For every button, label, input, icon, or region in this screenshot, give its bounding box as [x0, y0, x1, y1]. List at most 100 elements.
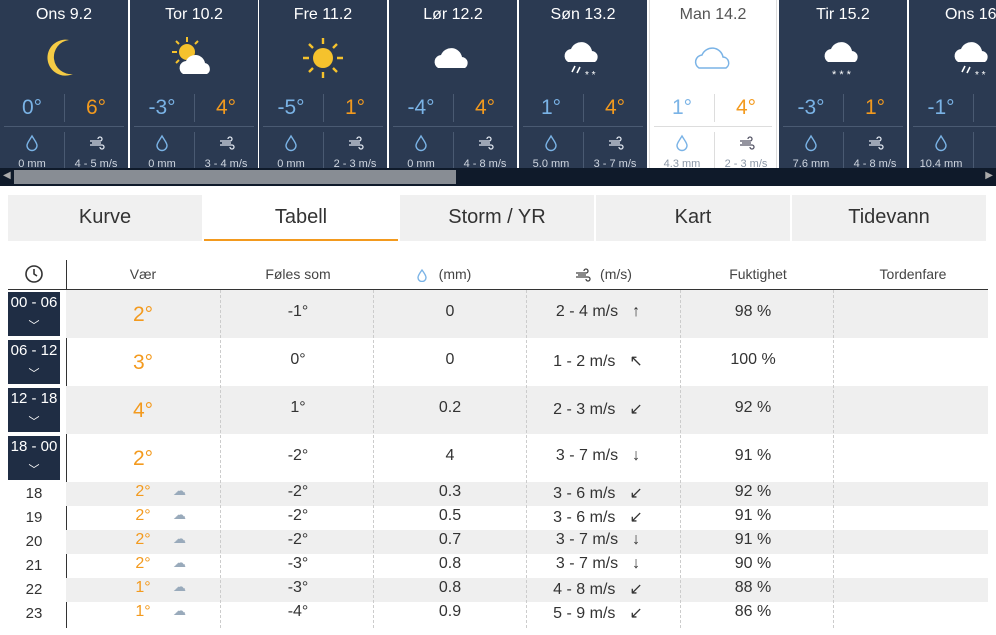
- table-row[interactable]: 2° -1° 0 2 - 4 m/s ↑ 98 %: [66, 290, 988, 338]
- drop-icon: [154, 134, 170, 152]
- feels-like: -4°: [287, 603, 309, 620]
- table-row: 2° ☁ -2° 0.5 3 - 6 m/s ↙ 91 %: [66, 506, 988, 530]
- feels-like: 0°: [290, 351, 306, 368]
- view-tabs: Kurve Tabell Storm / YR Kart Tidevann: [8, 195, 988, 241]
- hour-label: 19: [25, 509, 43, 526]
- wind-value: 3 - 7 m/s: [555, 531, 619, 548]
- wind-icon: [347, 134, 365, 152]
- precipitation: 0.7: [438, 531, 462, 548]
- drop-icon: [24, 134, 40, 152]
- horizontal-scrollbar[interactable]: ◀ ▶: [0, 168, 996, 186]
- temperature: 2° ☁: [113, 531, 186, 549]
- hour-label: 20: [25, 533, 43, 550]
- scroll-left-icon[interactable]: ◀: [3, 170, 11, 181]
- day-wind: 3 - 4 m/s: [204, 158, 248, 168]
- wind-speed: 3 - 7 m/s ↓: [538, 447, 658, 465]
- wind-icon: [477, 134, 495, 152]
- drop-icon: [416, 269, 427, 283]
- humidity: 100 %: [730, 351, 776, 368]
- temperature: 1° ☁: [113, 603, 186, 621]
- wind-value: 5 - 9 m/s: [553, 605, 616, 622]
- day-min-temp: -1°: [927, 96, 955, 119]
- day-card[interactable]: Tir 15.2 * * * -3° 1° 7.6 mm 4 - 8 m/s: [779, 0, 907, 168]
- temperature-value: 2°: [132, 447, 154, 470]
- hour-label: 18: [25, 485, 43, 502]
- svg-text:* *: * *: [975, 70, 986, 81]
- wind-direction-icon: ↙: [629, 581, 643, 598]
- humidity: 91 %: [734, 447, 772, 464]
- sleet-icon: ☁: [173, 507, 186, 522]
- day-precip: 4.3 mm: [663, 158, 701, 168]
- table-row[interactable]: 4° 1° 0.2 2 - 3 m/s ↙ 92 %: [66, 386, 988, 434]
- wind-direction-icon: ↙: [629, 485, 643, 502]
- time-range-toggle[interactable]: 12 - 18 ﹀: [8, 388, 60, 432]
- header-feels: Føles som: [265, 266, 331, 282]
- time-range-toggle[interactable]: 18 - 00 ﹀: [8, 436, 60, 480]
- temperature-value: 2°: [135, 507, 151, 524]
- drop-icon: [543, 134, 559, 152]
- header-thunder: Tordenfare: [879, 266, 947, 282]
- drop-icon: [803, 134, 819, 152]
- wind-icon: [607, 134, 625, 152]
- day-name: Ons 9.2: [35, 6, 93, 23]
- tab-tidevann[interactable]: Tidevann: [792, 195, 986, 241]
- day-max-temp: 4°: [604, 96, 626, 119]
- time-range-label: 12 - 18: [10, 390, 58, 407]
- wind-value: 1 - 2 m/s: [553, 353, 616, 370]
- table-row[interactable]: 2° -2° 4 3 - 7 m/s ↓ 91 %: [66, 434, 988, 482]
- day-card[interactable]: Fre 11.2 -5° 1° 0 mm 2 - 3 m/s: [259, 0, 387, 168]
- day-card[interactable]: Ons 9.2 0° 6° 0 mm 4 - 5 m/s: [0, 0, 128, 168]
- tab-kurve[interactable]: Kurve: [8, 195, 202, 241]
- table-row[interactable]: 3° 0° 0 1 - 2 m/s ↖ 100 %: [66, 338, 988, 386]
- day-max-temp: 1°: [344, 96, 366, 119]
- sleet-icon: * *: [948, 34, 996, 82]
- precipitation: 0.3: [438, 483, 462, 500]
- scroll-right-icon[interactable]: ▶: [985, 170, 993, 181]
- column-divider: [680, 290, 681, 628]
- temperature: 2°: [113, 303, 173, 327]
- hour-label: 23: [25, 605, 43, 622]
- day-min-temp: 1°: [671, 96, 693, 119]
- time-range-toggle[interactable]: 00 - 06 ﹀: [8, 292, 60, 336]
- drop-icon: [413, 134, 429, 152]
- day-name: Lør 12.2: [423, 6, 483, 23]
- tab-storm-yr[interactable]: Storm / YR: [400, 195, 594, 241]
- snow-icon: * * *: [818, 34, 868, 82]
- moon-icon: [39, 34, 89, 82]
- day-card[interactable]: Lør 12.2 -4° 4° 0 mm 4 - 8 m/s: [389, 0, 517, 168]
- precipitation: 0.5: [438, 507, 462, 524]
- wind-speed: 1 - 2 m/s ↖: [538, 351, 658, 371]
- humidity: 88 %: [734, 579, 772, 596]
- humidity: 91 %: [734, 531, 772, 548]
- chevron-down-icon: ﹀: [28, 416, 40, 428]
- day-card[interactable]: Tor 10.2 -3° 4° 0 mm 3 - 4 m/s: [130, 0, 258, 168]
- temperature-value: 1°: [135, 579, 151, 596]
- day-min-temp: -4°: [407, 96, 435, 119]
- table-row: 2° ☁ -2° 0.3 3 - 6 m/s ↙ 92 %: [66, 482, 988, 506]
- day-precip: 0 mm: [407, 158, 435, 168]
- tab-kart[interactable]: Kart: [596, 195, 790, 241]
- wind-value: 3 - 6 m/s: [553, 485, 616, 502]
- feels-like: -1°: [287, 303, 309, 320]
- humidity: 92 %: [734, 399, 772, 416]
- sleet-icon: ☁: [173, 579, 186, 594]
- day-max-temp: 4°: [215, 96, 237, 119]
- column-divider: [526, 290, 527, 628]
- day-precip: 7.6 mm: [792, 158, 830, 168]
- temperature: 2° ☁: [113, 555, 186, 573]
- precipitation: 0.8: [438, 579, 462, 596]
- temperature: 1° ☁: [113, 579, 186, 597]
- humidity: 86 %: [734, 603, 772, 620]
- time-range-toggle[interactable]: 06 - 12 ﹀: [8, 340, 60, 384]
- day-card[interactable]: Man 14.2 1° 4° 4.3 mm 2 - 3 m/s: [649, 0, 777, 168]
- table-row: 2° ☁ -3° 0.8 3 - 7 m/s ↓ 90 %: [66, 554, 988, 578]
- day-card[interactable]: Ons 16. * * -1° 10.4 mm: [909, 0, 996, 168]
- tab-tabell[interactable]: Tabell: [204, 195, 398, 241]
- day-precip: 0 mm: [277, 158, 305, 168]
- wind-speed: 3 - 6 m/s ↙: [538, 483, 658, 503]
- scrollbar-thumb[interactable]: [14, 170, 456, 184]
- day-name: Fre 11.2: [293, 6, 353, 23]
- clock-icon: [24, 264, 44, 287]
- svg-text:* * *: * * *: [832, 69, 852, 81]
- day-card[interactable]: Søn 13.2 * * 1° 4° 5.0 mm 3 - 7 m/s: [519, 0, 647, 168]
